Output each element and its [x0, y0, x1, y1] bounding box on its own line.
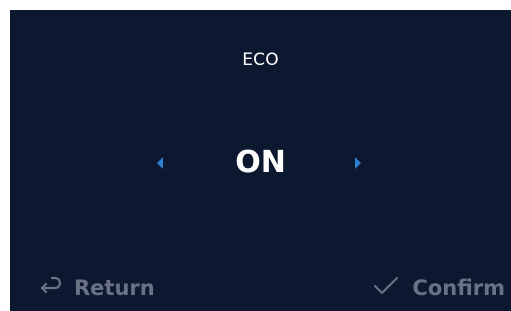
- check-icon: [372, 273, 400, 304]
- display-screen: ECO ON Return Confirm: [10, 10, 511, 311]
- confirm-label: Confirm: [412, 276, 505, 300]
- chevron-right-icon: [355, 157, 361, 169]
- setting-title: ECO: [242, 50, 279, 70]
- next-option-button[interactable]: [348, 153, 368, 173]
- screen-frame: ECO ON Return Confirm: [0, 0, 511, 311]
- return-label: Return: [74, 276, 155, 300]
- return-button[interactable]: Return: [36, 272, 155, 304]
- current-value: ON: [235, 145, 286, 180]
- confirm-button[interactable]: Confirm: [372, 272, 505, 304]
- value-selector: ON: [10, 143, 511, 183]
- return-arrow-icon: [36, 273, 62, 304]
